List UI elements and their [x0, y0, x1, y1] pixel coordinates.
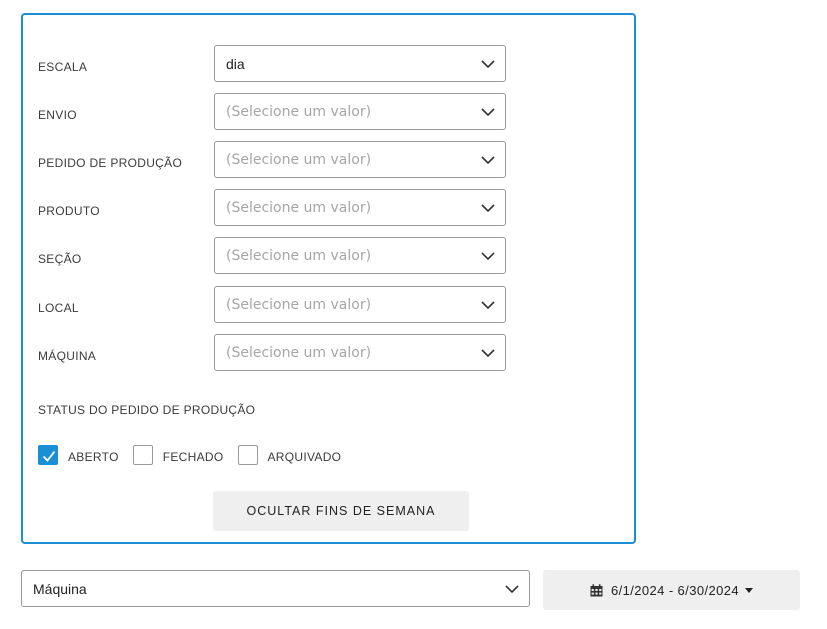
filter-label: ENVIO: [38, 107, 77, 122]
chevron-down-icon: [481, 251, 495, 260]
maquina-select[interactable]: (Selecione um valor): [214, 334, 506, 371]
status-arquivado-checkbox[interactable]: ARQUIVADO: [237, 445, 342, 465]
local-select[interactable]: (Selecione um valor): [214, 286, 506, 323]
chevron-down-icon: [481, 300, 495, 309]
checkbox-box[interactable]: [38, 445, 58, 465]
chevron-down-icon: [481, 59, 495, 68]
chevron-down-icon: [481, 348, 495, 357]
chevron-down-icon: [481, 203, 495, 212]
checkbox-box[interactable]: [132, 445, 153, 465]
status-checkbox-group: ABERTO FECHADO ARQUIVADO: [38, 443, 355, 467]
select-placeholder: (Selecione um valor): [226, 247, 372, 264]
checkbox-label: ARQUIVADO: [267, 449, 342, 464]
envio-select[interactable]: (Selecione um valor): [214, 93, 506, 130]
select-value: dia: [226, 55, 245, 72]
check-icon: [42, 450, 56, 462]
filter-row-local: LOCAL (Selecione um valor): [38, 286, 508, 323]
filter-label: LOCAL: [38, 300, 79, 315]
pedido-producao-select[interactable]: (Selecione um valor): [214, 141, 506, 178]
chevron-down-icon: [481, 155, 495, 164]
filter-label: SEÇÃO: [38, 251, 82, 266]
filter-row-pedido: PEDIDO DE PRODUÇÃO (Selecione um valor): [38, 141, 508, 178]
select-placeholder: (Selecione um valor): [226, 199, 372, 216]
select-placeholder: (Selecione um valor): [226, 103, 372, 120]
chevron-down-icon: [505, 584, 519, 593]
filter-label: PRODUTO: [38, 203, 100, 218]
select-placeholder: (Selecione um valor): [226, 344, 372, 361]
filter-row-escala: ESCALA dia: [38, 45, 508, 82]
select-placeholder: (Selecione um valor): [226, 151, 372, 168]
checkbox-label: FECHADO: [162, 449, 224, 464]
calendar-icon: [590, 583, 603, 596]
date-range-label: 6/1/2024 - 6/30/2024: [611, 582, 739, 598]
filter-row-maquina: MÁQUINA (Selecione um valor): [38, 334, 508, 371]
status-fechado-checkbox[interactable]: FECHADO: [132, 445, 224, 465]
filter-row-secao: SEÇÃO (Selecione um valor): [38, 237, 508, 274]
select-placeholder: (Selecione um valor): [226, 296, 372, 313]
chevron-down-icon: [481, 107, 495, 116]
filter-panel: ESCALA dia ENVIO (Selecione um valor) PE…: [21, 13, 636, 544]
caret-down-icon: [745, 587, 753, 593]
filter-row-produto: PRODUTO (Selecione um valor): [38, 189, 508, 226]
checkbox-box[interactable]: [237, 445, 258, 465]
filter-row-envio: ENVIO (Selecione um valor): [38, 93, 508, 130]
filter-label: PEDIDO DE PRODUÇÃO: [38, 155, 183, 170]
filter-label: MÁQUINA: [38, 348, 97, 363]
select-value: Máquina: [33, 580, 87, 597]
produto-select[interactable]: (Selecione um valor): [214, 189, 506, 226]
escala-select[interactable]: dia: [214, 45, 506, 82]
filter-label: ESCALA: [38, 59, 88, 74]
grouping-select[interactable]: Máquina: [21, 570, 530, 607]
status-aberto-checkbox[interactable]: ABERTO: [38, 445, 119, 465]
date-range-button[interactable]: 6/1/2024 - 6/30/2024: [543, 570, 800, 610]
hide-weekends-button[interactable]: OCULTAR FINS DE SEMANA: [213, 491, 469, 531]
secao-select[interactable]: (Selecione um valor): [214, 237, 506, 274]
status-section-title: STATUS DO PEDIDO DE PRODUÇÃO: [38, 403, 256, 417]
checkbox-label: ABERTO: [68, 449, 119, 464]
